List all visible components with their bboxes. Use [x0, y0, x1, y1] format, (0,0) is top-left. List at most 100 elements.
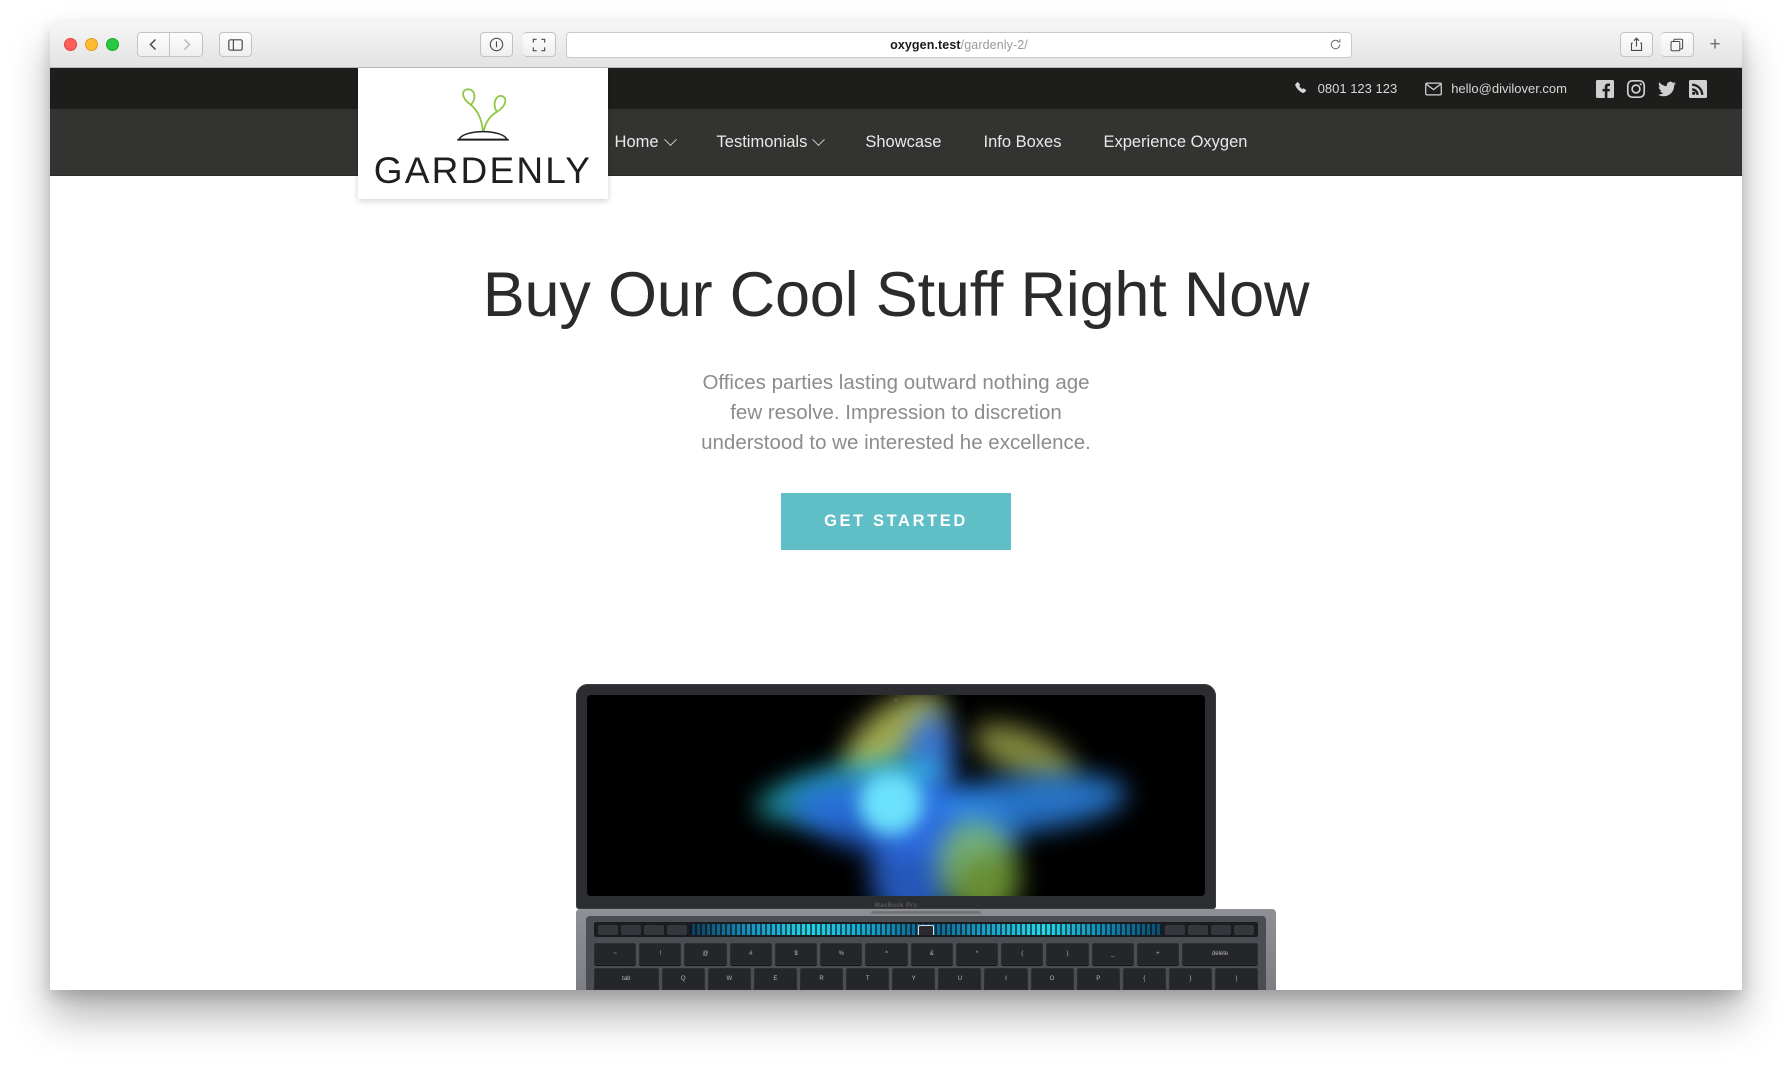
- touchbar-volume-down-key[interactable]: [1188, 924, 1208, 935]
- site-navbar: Home Testimonials Showcase Info Boxes Ex…: [50, 109, 1742, 176]
- hero-subtitle-line-3: understood to we interested he excellenc…: [701, 431, 1091, 455]
- key[interactable]: {: [1122, 968, 1166, 990]
- key[interactable]: &: [910, 943, 953, 965]
- sidebar-toggle-icon[interactable]: [219, 32, 252, 57]
- website-viewport: 0801 123 123 hello@divilover.com Home Te…: [50, 68, 1742, 990]
- touchbar-scrubber-handle[interactable]: [918, 925, 934, 935]
- minimize-window-button[interactable]: [85, 38, 98, 51]
- key[interactable]: |: [1214, 968, 1259, 990]
- key-delete[interactable]: delete: [1182, 943, 1259, 965]
- nav-menu: Home Testimonials Showcase Info Boxes Ex…: [594, 133, 1269, 152]
- url-path: /gardenly-2/: [960, 37, 1028, 52]
- email-contact[interactable]: hello@divilover.com: [1425, 81, 1567, 96]
- forward-chevron-icon[interactable]: [170, 32, 203, 57]
- key[interactable]: W: [707, 968, 751, 990]
- nav-label-info-boxes: Info Boxes: [983, 132, 1062, 151]
- screenshot-canvas: oxygen.test/gardenly-2/ + 0801 123 123 h…: [0, 0, 1792, 1072]
- safari-browser-window: oxygen.test/gardenly-2/ + 0801 123 123 h…: [50, 22, 1742, 990]
- browser-toolbar: oxygen.test/gardenly-2/ +: [50, 22, 1742, 68]
- laptop-chin: MacBook Pro: [576, 896, 1216, 909]
- key-tab[interactable]: tab: [594, 968, 659, 990]
- key[interactable]: T: [846, 968, 890, 990]
- instagram-icon[interactable]: [1626, 79, 1646, 99]
- touchbar-brightness-up-key[interactable]: [1165, 924, 1185, 935]
- hero-subtitle: Offices parties lasting outward nothing …: [661, 368, 1131, 458]
- url-host: oxygen.test: [890, 37, 961, 52]
- toolbar-center-group: oxygen.test/gardenly-2/: [480, 31, 1352, 58]
- key[interactable]: R: [799, 968, 844, 990]
- back-chevron-icon[interactable]: [137, 32, 170, 57]
- key[interactable]: _: [1091, 943, 1134, 965]
- rss-icon[interactable]: [1688, 79, 1708, 99]
- fullscreen-icon[interactable]: [523, 32, 556, 57]
- touch-bar[interactable]: [594, 922, 1258, 937]
- address-bar[interactable]: oxygen.test/gardenly-2/: [566, 31, 1352, 58]
- key[interactable]: P: [1076, 968, 1120, 990]
- key[interactable]: O: [1030, 968, 1074, 990]
- toolbar-right-group: +: [1620, 32, 1728, 58]
- hero-laptop-image: MacBook Pro ~ ! @ # $ % ^ & * () _ + de…: [576, 684, 1276, 990]
- page-title: Buy Our Cool Stuff Right Now: [482, 260, 1310, 330]
- nav-item-testimonials[interactable]: Testimonials: [696, 133, 845, 152]
- touchbar-media-scrubber[interactable]: [690, 924, 1162, 935]
- envelope-icon: [1425, 82, 1443, 96]
- laptop-base: ~ ! @ # $ % ^ & * ( ) _ + delete tab Q W…: [576, 909, 1276, 990]
- phone-icon: [1294, 81, 1309, 96]
- facebook-icon[interactable]: [1595, 79, 1615, 99]
- nav-item-experience-oxygen[interactable]: Experience Oxygen: [1082, 133, 1268, 152]
- key[interactable]: }: [1168, 968, 1212, 990]
- chevron-down-icon: [663, 132, 677, 146]
- phone-contact[interactable]: 0801 123 123: [1294, 81, 1398, 96]
- sprout-icon: [457, 88, 509, 141]
- twitter-icon[interactable]: [1657, 79, 1677, 99]
- key[interactable]: #: [729, 943, 772, 965]
- site-topbar: 0801 123 123 hello@divilover.com: [50, 68, 1742, 109]
- reload-icon[interactable]: [1329, 38, 1342, 51]
- laptop-lid: [576, 684, 1216, 909]
- key[interactable]: (: [1001, 943, 1044, 965]
- touchbar-siri-key[interactable]: [1234, 924, 1254, 935]
- logo-wordmark: GARDENLY: [373, 150, 593, 191]
- key[interactable]: E: [753, 968, 797, 990]
- nav-label-experience-oxygen: Experience Oxygen: [1103, 132, 1248, 151]
- nav-label-home: Home: [614, 132, 659, 151]
- touchbar-escape-key[interactable]: [598, 924, 618, 935]
- key[interactable]: *: [955, 943, 999, 965]
- get-started-button[interactable]: GET STARTED: [781, 492, 1011, 550]
- key[interactable]: !: [639, 943, 682, 965]
- nav-item-home[interactable]: Home: [594, 133, 696, 152]
- share-icon[interactable]: [1620, 32, 1653, 57]
- key[interactable]: Q: [661, 968, 705, 990]
- url-text: oxygen.test/gardenly-2/: [890, 38, 1028, 52]
- site-logo[interactable]: GARDENLY: [358, 68, 608, 199]
- email-address: hello@divilover.com: [1451, 81, 1567, 96]
- key[interactable]: Y: [892, 968, 936, 990]
- nav-item-showcase[interactable]: Showcase: [844, 133, 962, 152]
- info-circle-icon[interactable]: [480, 32, 513, 57]
- tab-overview-icon[interactable]: [1661, 32, 1694, 57]
- key[interactable]: ^: [865, 943, 908, 965]
- key[interactable]: ): [1046, 943, 1089, 965]
- key[interactable]: %: [820, 943, 863, 965]
- touchbar-mission-control-key[interactable]: [644, 924, 664, 935]
- hero-subtitle-line-1: Offices parties lasting outward nothing …: [702, 371, 1090, 395]
- key[interactable]: $: [774, 943, 818, 965]
- touchbar-volume-up-key[interactable]: [1211, 924, 1231, 935]
- social-links: [1595, 79, 1708, 99]
- touchbar-launchpad-key[interactable]: [667, 924, 687, 935]
- close-window-button[interactable]: [64, 38, 77, 51]
- key[interactable]: U: [938, 968, 982, 990]
- new-tab-button[interactable]: +: [1702, 32, 1728, 58]
- key[interactable]: @: [684, 943, 727, 965]
- keyboard-row-numbers: ~ ! @ # $ % ^ & * ( ) _ + delete: [594, 943, 1259, 965]
- touchbar-brightness-key[interactable]: [621, 924, 641, 935]
- phone-number: 0801 123 123: [1317, 81, 1398, 96]
- key[interactable]: I: [984, 968, 1028, 990]
- nav-label-testimonials: Testimonials: [716, 132, 808, 151]
- maximize-window-button[interactable]: [106, 38, 119, 51]
- key[interactable]: +: [1136, 943, 1180, 965]
- key[interactable]: ~: [594, 943, 637, 965]
- nav-item-info-boxes[interactable]: Info Boxes: [962, 133, 1082, 152]
- keyboard-deck: ~ ! @ # $ % ^ & * ( ) _ + delete tab Q W…: [586, 916, 1266, 990]
- hero-subtitle-line-2: few resolve. Impression to discretion: [730, 401, 1062, 425]
